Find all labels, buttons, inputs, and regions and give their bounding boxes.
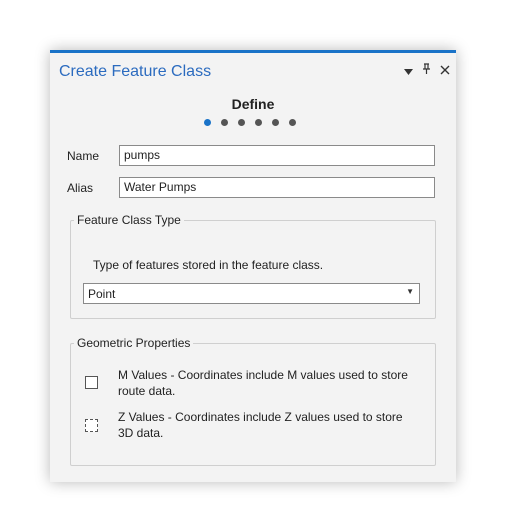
- alias-input[interactable]: Water Pumps: [119, 177, 435, 198]
- wizard-step-dot[interactable]: [272, 119, 279, 126]
- wizard-step-dot[interactable]: [255, 119, 262, 126]
- alias-label: Alias: [67, 181, 94, 195]
- titlebar-controls: [404, 63, 450, 78]
- name-label: Name: [67, 149, 100, 163]
- feature-type-selected-value: Point: [88, 287, 116, 301]
- create-feature-class-pane: Create Feature Class Define Name pumps A…: [50, 50, 456, 482]
- geometric-properties-legend: Geometric Properties: [77, 336, 191, 350]
- m-values-checkbox[interactable]: [85, 376, 98, 389]
- pane-title: Create Feature Class: [59, 63, 212, 80]
- wizard-step-indicator: [204, 119, 296, 126]
- z-values-checkbox[interactable]: [85, 419, 98, 432]
- close-icon[interactable]: [440, 64, 450, 78]
- wizard-step-dot[interactable]: [221, 119, 228, 126]
- wizard-step-dot[interactable]: [238, 119, 245, 126]
- wizard-step-dot[interactable]: [204, 119, 211, 126]
- wizard-step-title: Define: [231, 96, 275, 112]
- z-values-label: Z Values - Coordinates include Z values …: [118, 410, 403, 440]
- name-input[interactable]: pumps: [119, 145, 435, 166]
- feature-type-select[interactable]: Point ▼: [83, 283, 420, 304]
- pane-titlebar: Create Feature Class: [50, 53, 456, 93]
- pin-icon[interactable]: [422, 63, 431, 78]
- feature-type-description: Type of features stored in the feature c…: [93, 258, 324, 272]
- dropdown-arrow-icon[interactable]: [404, 64, 413, 78]
- wizard-step-dot[interactable]: [289, 119, 296, 126]
- feature-class-type-legend: Feature Class Type: [77, 213, 181, 227]
- geometric-properties-group: Geometric Properties: [70, 336, 436, 466]
- m-values-label: M Values - Coordinates include M values …: [118, 368, 408, 398]
- chevron-down-icon: ▼: [406, 287, 414, 296]
